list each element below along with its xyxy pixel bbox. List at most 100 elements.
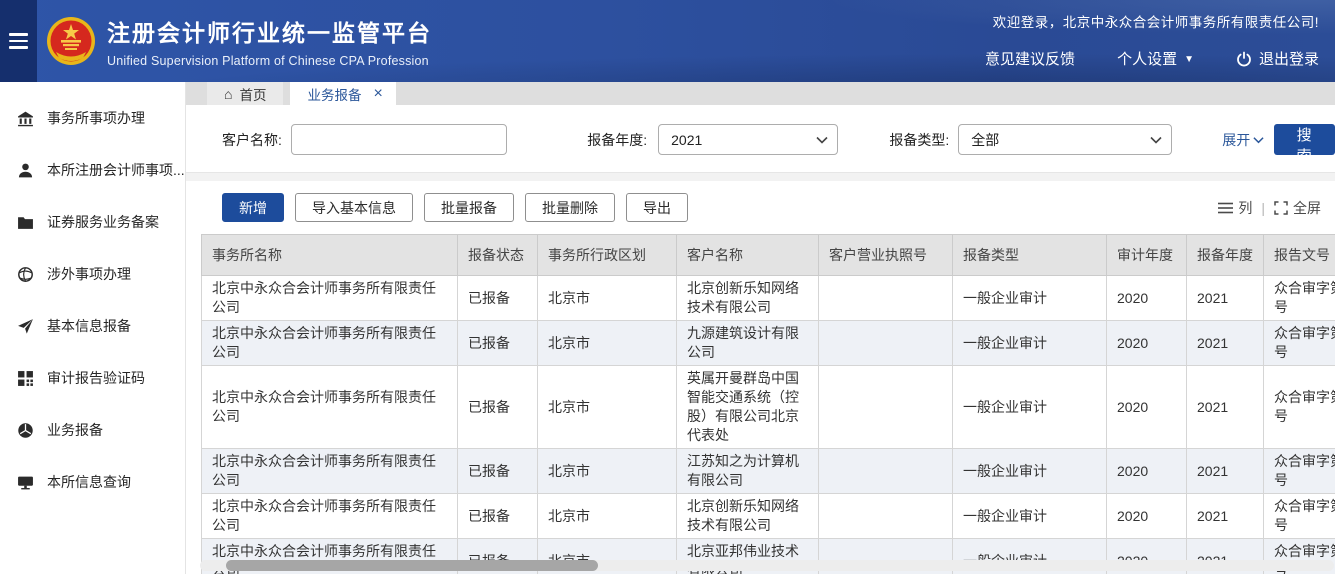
columns-icon (1218, 202, 1233, 214)
table-cell: 2020 (1107, 449, 1187, 494)
table-cell: 北京中永众合会计师事务所有限责任公司 (202, 276, 458, 321)
columns-toggle[interactable]: 列 (1218, 198, 1252, 218)
sidebar-item-firm-matters[interactable]: 事务所事项办理 (0, 92, 185, 144)
batch-report-button[interactable]: 批量报备 (424, 193, 514, 222)
sidebar-item-foreign-matters[interactable]: 涉外事项办理 (0, 248, 185, 300)
table-cell: 一般企业审计 (953, 494, 1107, 539)
sidebar-item-securities-filing[interactable]: 证券服务业务备案 (0, 196, 185, 248)
column-header: 报备状态 (458, 235, 538, 276)
tab-home[interactable]: ⌂ 首页 (207, 82, 283, 105)
qrcode-icon (17, 370, 34, 387)
table-cell: 2020 (1107, 321, 1187, 366)
table-cell: 一般企业审计 (953, 449, 1107, 494)
table-cell: 2021 (1187, 449, 1264, 494)
logout-link[interactable]: 退出登录 (1236, 48, 1319, 69)
personal-settings-link[interactable]: 个人设置 ▼ (1117, 48, 1194, 69)
expand-filters-link[interactable]: 展开 (1222, 130, 1264, 150)
table-cell: 2020 (1107, 494, 1187, 539)
table-header-row: 事务所名称报备状态事务所行政区划客户名称客户营业执照号报备类型审计年度报备年度报… (202, 235, 1335, 276)
table-row[interactable]: 北京中永众合会计师事务所有限责任公司已报备北京市北京创新乐知网络技术有限公司 一般… (202, 494, 1335, 539)
app-title: 注册会计师行业统一监管平台 (107, 14, 432, 48)
table-cell: 2021 (1187, 366, 1264, 449)
customer-name-label: 客户名称: (222, 130, 282, 150)
table-cell: 2021 (1187, 321, 1264, 366)
table-cell: 北京中永众合会计师事务所有限责任公司 (202, 366, 458, 449)
column-header: 客户营业执照号 (819, 235, 953, 276)
data-table: 事务所名称报备状态事务所行政区划客户名称客户营业执照号报备类型审计年度报备年度报… (201, 234, 1335, 574)
import-basic-info-button[interactable]: 导入基本信息 (295, 193, 413, 222)
column-header: 事务所行政区划 (538, 235, 677, 276)
table-cell: 已报备 (458, 494, 538, 539)
table-cell: 已报备 (458, 321, 538, 366)
globe-icon (17, 266, 34, 283)
sidebar-item-audit-report-code[interactable]: 审计报告验证码 (0, 352, 185, 404)
table-row[interactable]: 北京中永众合会计师事务所有限责任公司已报备北京市英属开曼群岛中国智能交通系统（控… (202, 366, 1335, 449)
report-type-label: 报备类型: (889, 130, 949, 150)
batch-delete-button[interactable]: 批量删除 (525, 193, 615, 222)
sidebar: 事务所事项办理 本所注册会计师事项... 证券服务业务备案 涉外事项办理 基本信… (0, 82, 186, 574)
fullscreen-icon (1274, 201, 1288, 215)
chevron-down-icon (1150, 136, 1162, 144)
close-icon[interactable]: × (373, 86, 382, 102)
report-year-select[interactable]: 2021 (658, 124, 837, 155)
main-content: ⌂ 首页 业务报备 × 客户名称: 报备年度: 2021 报备类型: 全部 展开 (186, 82, 1335, 574)
home-icon: ⌂ (224, 86, 232, 102)
table-body: 北京中永众合会计师事务所有限责任公司已报备北京市北京创新乐知网络技术有限公司一般… (202, 276, 1335, 574)
table-cell: 2021 (1187, 276, 1264, 321)
chevron-down-icon (1253, 136, 1264, 144)
feedback-link[interactable]: 意见建议反馈 (985, 48, 1075, 69)
table-cell (819, 366, 953, 449)
table-cell: 众合审字第123号 (1264, 494, 1335, 539)
welcome-text: 欢迎登录，北京中永众合会计师事务所有限责任公司! (985, 11, 1319, 31)
column-header: 报备类型 (953, 235, 1107, 276)
table-cell: 2021 (1187, 494, 1264, 539)
sidebar-item-business-report[interactable]: 业务报备 (0, 404, 185, 456)
customer-name-input[interactable] (291, 124, 507, 155)
horizontal-scrollbar[interactable] (200, 560, 1334, 571)
table-row[interactable]: 北京中永众合会计师事务所有限责任公司已报备北京市九源建筑设计有限公司一般企业审计… (202, 321, 1335, 366)
table-cell: 已报备 (458, 449, 538, 494)
table-row[interactable]: 北京中永众合会计师事务所有限责任公司已报备北京市北京创新乐知网络技术有限公司一般… (202, 276, 1335, 321)
search-button[interactable]: 搜索 (1274, 124, 1335, 155)
table-cell: 2020 (1107, 276, 1187, 321)
divider: | (1261, 200, 1265, 216)
table-cell: 江苏知之为计算机有限公司 (677, 449, 819, 494)
sphere-icon (17, 422, 34, 439)
table-cell: 北京市 (538, 494, 677, 539)
chevron-down-icon (816, 136, 828, 144)
hamburger-icon (9, 29, 28, 53)
table-cell: 北京创新乐知网络技术有限公司 (677, 494, 819, 539)
column-header: 事务所名称 (202, 235, 458, 276)
table-cell: 一般企业审计 (953, 321, 1107, 366)
table-cell (819, 321, 953, 366)
column-header: 报告文号 (1264, 235, 1335, 276)
tab-business-report[interactable]: 业务报备 × (290, 82, 395, 105)
data-table-container: 事务所名称报备状态事务所行政区划客户名称客户营业执照号报备类型审计年度报备年度报… (186, 234, 1335, 574)
table-cell: 已报备 (458, 276, 538, 321)
panel-divider (186, 172, 1335, 181)
sidebar-item-firm-info-query[interactable]: 本所信息查询 (0, 456, 185, 508)
table-cell: 北京市 (538, 449, 677, 494)
column-header: 审计年度 (1107, 235, 1187, 276)
column-header: 客户名称 (677, 235, 819, 276)
fullscreen-toggle[interactable]: 全屏 (1274, 198, 1321, 218)
app-header: 注册会计师行业统一监管平台 Unified Supervision Platfo… (0, 0, 1335, 82)
report-type-select[interactable]: 全部 (958, 124, 1172, 155)
table-cell: 众合审字第126号 (1264, 366, 1335, 449)
table-cell: 2020 (1107, 366, 1187, 449)
table-cell (819, 449, 953, 494)
table-cell: 北京中永众合会计师事务所有限责任公司 (202, 494, 458, 539)
sidebar-item-cpa-matters[interactable]: 本所注册会计师事项... (0, 144, 185, 196)
export-button[interactable]: 导出 (626, 193, 688, 222)
hamburger-menu-button[interactable] (0, 0, 37, 82)
table-row[interactable]: 北京中永众合会计师事务所有限责任公司已报备北京市江苏知之为计算机有限公司一般企业… (202, 449, 1335, 494)
column-header: 报备年度 (1187, 235, 1264, 276)
chevron-down-icon: ▼ (1184, 54, 1194, 65)
table-cell: 北京市 (538, 321, 677, 366)
monitor-icon (17, 474, 34, 491)
sidebar-item-basic-info-report[interactable]: 基本信息报备 (0, 300, 185, 352)
add-button[interactable]: 新增 (222, 193, 284, 222)
report-year-label: 报备年度: (587, 130, 647, 150)
scrollbar-thumb[interactable] (226, 560, 598, 571)
table-cell: 众合审字第133号 (1264, 276, 1335, 321)
